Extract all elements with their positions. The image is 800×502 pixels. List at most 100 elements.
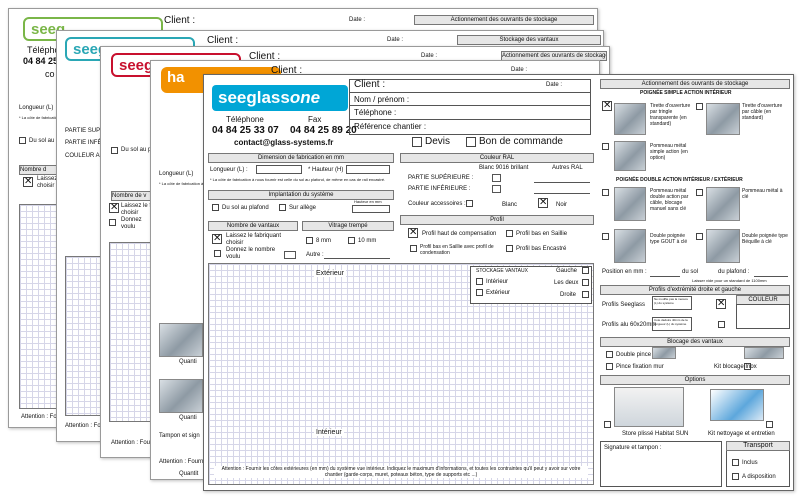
pommeau-2-checkbox[interactable] xyxy=(602,189,609,196)
double-poignee-2-photo xyxy=(706,229,740,263)
bas-saillie-checkbox[interactable] xyxy=(506,230,513,237)
back-checkbox-x: ✕ xyxy=(109,202,119,213)
double-poignee-2-checkbox[interactable] xyxy=(696,233,703,240)
back-checkbox-x: ✕ xyxy=(23,176,33,187)
back-client: Client : xyxy=(207,35,239,46)
profils-alu-checkbox[interactable] xyxy=(718,321,725,328)
du-plafond-label: du plafond : xyxy=(718,269,750,275)
droite-checkbox[interactable] xyxy=(582,291,589,298)
pommeau-1-checkbox[interactable] xyxy=(602,143,609,150)
bon-commande-label: Bon de commande xyxy=(479,136,563,147)
vitrage-10mm-label: 10 mm xyxy=(358,238,377,244)
vitrage-8mm-checkbox[interactable] xyxy=(306,237,313,244)
back-partie-sup: PARTIE SUPÉ xyxy=(65,128,105,134)
tirette-1-checkbox[interactable]: ✕ xyxy=(602,101,612,111)
bas-encastre-checkbox[interactable] xyxy=(506,245,513,252)
kit-nettoyage-photo xyxy=(710,389,764,421)
double-poignee-2-label: Double poignée type Béquille à clé xyxy=(742,233,788,245)
dimension-header: Dimension de fabrication en mm xyxy=(208,153,394,163)
profils-seeglass-checkbox[interactable]: ✕ xyxy=(716,299,726,309)
extremite-header: Profils d'extrémité droite et gauche xyxy=(600,285,790,295)
back-choisir: choisir xyxy=(121,210,139,216)
vitrage-header: Vitrage trempé xyxy=(302,221,394,231)
kit-inox-label: Kit blocage Inox xyxy=(714,364,757,370)
noir-checkbox[interactable]: ✕ xyxy=(538,198,548,208)
interieur-label: Intérieur xyxy=(314,429,344,436)
couleur-header: Couleur RAL xyxy=(400,153,594,163)
a-disposition-checkbox[interactable] xyxy=(732,473,739,480)
client-divider xyxy=(349,105,591,106)
sol-plafond-checkbox[interactable] xyxy=(212,204,219,211)
store-photo xyxy=(614,387,684,427)
laissez-label: Laissez le fabriquant choisir xyxy=(226,233,282,246)
pince-mur-checkbox[interactable] xyxy=(606,363,613,370)
back-attention: Attention : Fo xyxy=(65,423,101,429)
position-sol-line xyxy=(650,276,680,277)
email: contact@glass-systems.fr xyxy=(234,138,334,147)
haut-comp-checkbox[interactable]: ✕ xyxy=(408,228,418,238)
position-label: Position en mm : xyxy=(602,269,647,275)
blocage-header: Blocage des vantaux xyxy=(600,337,790,347)
inclus-label: Inclus xyxy=(742,460,758,466)
pommeau-2-photo xyxy=(614,187,646,221)
bon-commande-checkbox[interactable] xyxy=(466,137,476,147)
partie-sup-blanc-box[interactable] xyxy=(492,174,501,182)
poignee-double-title: POIGNÉE DOUBLE ACTION INTÉRIEUR / EXTÉRI… xyxy=(616,177,743,183)
longueur-label: Longueur (L) : xyxy=(210,167,248,173)
donnez-label: Donnez le nombre voulu xyxy=(226,247,276,260)
partie-sup-autre-line xyxy=(534,182,590,183)
tirette-1-label: Tirette d'ouverture par tringle transpar… xyxy=(650,103,691,127)
actionnement-header: Actionnement des ouvrants de stockage xyxy=(600,79,790,89)
inclus-checkbox[interactable] xyxy=(732,459,739,466)
blanc9016-label: Blanc 9016 brillant xyxy=(479,165,529,171)
position-note: Laisser vide pour un standard de 1100mm xyxy=(692,278,767,283)
bas-saillie-cond-checkbox[interactable] xyxy=(410,245,417,252)
front-sheet: seeglassONE Téléphone Fax 04 84 25 33 07… xyxy=(203,74,794,491)
back-couleur-ac: COULEUR AC xyxy=(65,153,105,159)
pince-mur-photo xyxy=(744,347,784,359)
bas-saillie-cond-label: Profil bas en Saillie avec profil de con… xyxy=(420,244,494,256)
reference-label: Référence chantier : xyxy=(354,122,427,131)
double-poignee-1-checkbox[interactable] xyxy=(602,233,609,240)
hauteur-input[interactable] xyxy=(346,165,390,174)
back-grid xyxy=(65,256,105,416)
du-sol-label: du sol xyxy=(682,269,699,275)
pommeau-3-checkbox[interactable] xyxy=(696,189,703,196)
donnez-checkbox[interactable] xyxy=(214,250,221,257)
laissez-checkbox[interactable]: ✕ xyxy=(212,234,222,244)
back-longueur: Longueur (L) xyxy=(159,171,194,177)
stock-ext-checkbox[interactable] xyxy=(476,289,483,296)
back-checkbox xyxy=(111,147,118,154)
vitrage-10mm-checkbox[interactable] xyxy=(348,237,355,244)
accessoires-label: Couleur accessoires : xyxy=(408,201,466,207)
profil-header: Profil xyxy=(400,215,594,225)
back-voulu: voulu xyxy=(121,224,136,230)
hauteur-allege-input[interactable] xyxy=(352,205,390,213)
tirette-2-checkbox[interactable] xyxy=(696,103,703,110)
longueur-input[interactable] xyxy=(256,165,302,174)
nombre-input[interactable] xyxy=(284,251,296,259)
back-checkbox xyxy=(109,219,116,226)
stock-int-checkbox[interactable] xyxy=(476,278,483,285)
vitrage-8mm-label: 8 mm xyxy=(316,238,331,244)
partie-inf-blanc-box[interactable] xyxy=(492,185,501,193)
couleur-extremite-box[interactable] xyxy=(736,304,790,329)
gauche-checkbox[interactable] xyxy=(582,267,589,274)
double-poignee-1-photo xyxy=(614,229,646,263)
haut-comp-label: Profil haut de compensation xyxy=(422,231,497,237)
fax-number: 04 84 25 89 20 xyxy=(290,125,357,136)
les-deux-checkbox[interactable] xyxy=(582,279,589,286)
devis-checkbox[interactable] xyxy=(412,137,422,147)
partie-inf-autre-line xyxy=(534,193,590,194)
ne-modifie-label: Ne modifie pas la mesure (L) du système xyxy=(654,297,689,305)
blanc-checkbox[interactable] xyxy=(466,200,473,207)
kit-nettoyage-checkbox[interactable] xyxy=(766,421,773,428)
droite-label: Droite xyxy=(560,292,577,298)
phone-label: Téléphone xyxy=(226,115,264,124)
pommeau-3-label: Pommeau métal à clé xyxy=(742,188,783,200)
double-pince-checkbox[interactable] xyxy=(606,351,613,358)
allege-checkbox[interactable] xyxy=(279,204,286,211)
vantaux-header: Nombre de vantaux xyxy=(208,221,298,231)
store-checkbox[interactable] xyxy=(604,421,611,428)
profils-seeglass-label: Profils Seeglass xyxy=(602,302,646,308)
